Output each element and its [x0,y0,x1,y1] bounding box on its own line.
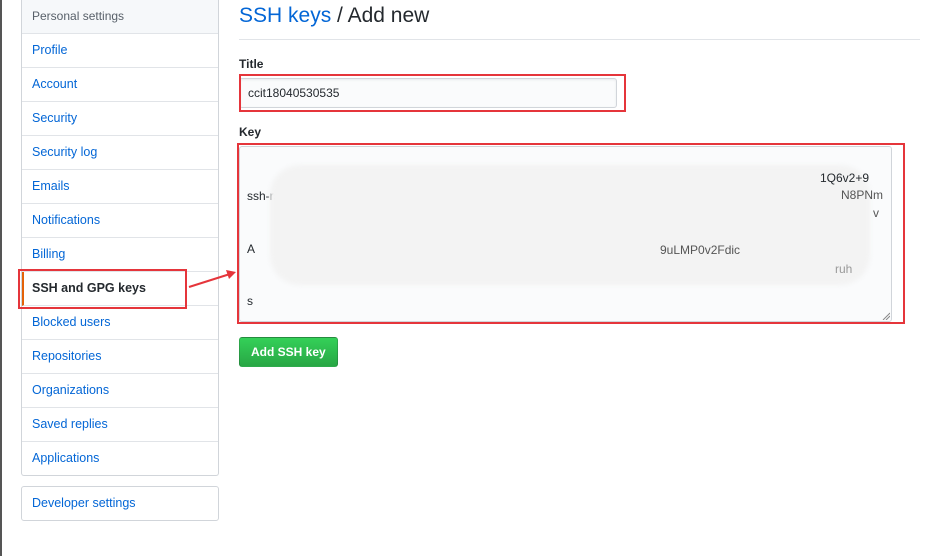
developer-settings-box: Developer settings [21,486,219,521]
annotation-arrow-icon [188,270,236,288]
annotation-title-box [239,74,626,112]
sidebar-item-applications[interactable]: Applications [22,442,218,475]
title-label: Title [239,57,264,71]
breadcrumb-ssh-keys[interactable]: SSH keys [239,4,331,27]
sidebar-item-emails[interactable]: Emails [22,170,218,204]
add-ssh-key-button[interactable]: Add SSH key [239,337,338,367]
sidebar-item-saved-replies[interactable]: Saved replies [22,408,218,442]
sidebar-heading: Personal settings [22,0,218,34]
settings-sidebar: Personal settings Profile Account Securi… [21,0,219,476]
sidebar-item-repositories[interactable]: Repositories [22,340,218,374]
sidebar-item-organizations[interactable]: Organizations [22,374,218,408]
page-header: SSH keys / Add new [239,0,920,40]
breadcrumb-current: Add new [347,4,430,27]
sidebar-item-security[interactable]: Security [22,102,218,136]
breadcrumb-separator: / [337,4,343,27]
window-edge [0,0,2,556]
key-label: Key [239,125,262,139]
sidebar-item-billing[interactable]: Billing [22,238,218,272]
sidebar-item-developer-settings[interactable]: Developer settings [22,487,218,520]
annotation-sidebar-box [18,269,187,309]
page-title: SSH keys / Add new [239,4,429,28]
sidebar-item-account[interactable]: Account [22,68,218,102]
sidebar-item-notifications[interactable]: Notifications [22,204,218,238]
key-line: 0vuPNq [247,346,887,364]
sidebar-item-profile[interactable]: Profile [22,34,218,68]
annotation-key-box [237,143,905,324]
sidebar-item-blocked-users[interactable]: Blocked users [22,306,218,340]
sidebar-item-security-log[interactable]: Security log [22,136,218,170]
